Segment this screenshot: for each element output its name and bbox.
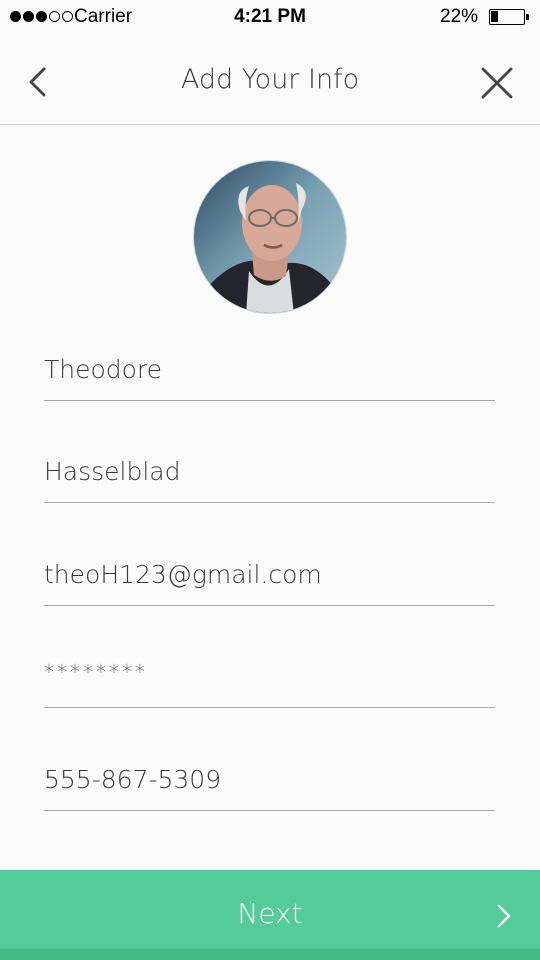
email-field[interactable]	[44, 546, 495, 606]
password-input[interactable]	[44, 650, 495, 694]
email-input[interactable]	[44, 552, 495, 596]
battery-nub	[526, 14, 529, 20]
chevron-right-icon	[497, 904, 511, 928]
close-icon	[481, 67, 513, 99]
next-button[interactable]: Next	[0, 870, 540, 960]
first-name-input[interactable]	[44, 347, 495, 391]
next-bar-shadow	[0, 949, 540, 960]
phone-field[interactable]	[44, 751, 495, 811]
battery-level	[491, 11, 498, 22]
battery-icon	[489, 9, 525, 25]
page-title: Add Your Info	[180, 64, 360, 95]
avatar[interactable]	[193, 160, 347, 314]
close-button[interactable]	[476, 62, 518, 104]
password-field[interactable]	[44, 648, 495, 708]
phone-input[interactable]	[44, 757, 495, 801]
next-label: Next	[237, 897, 303, 930]
first-name-field[interactable]	[44, 341, 495, 401]
last-name-input[interactable]	[44, 449, 495, 493]
battery-percent: 22%	[440, 6, 479, 27]
navigation-bar: Add Your Info	[0, 36, 540, 125]
last-name-field[interactable]	[44, 443, 495, 503]
profile-photo	[194, 161, 346, 313]
status-bar: Carrier 4:21 PM 22%	[0, 0, 540, 36]
